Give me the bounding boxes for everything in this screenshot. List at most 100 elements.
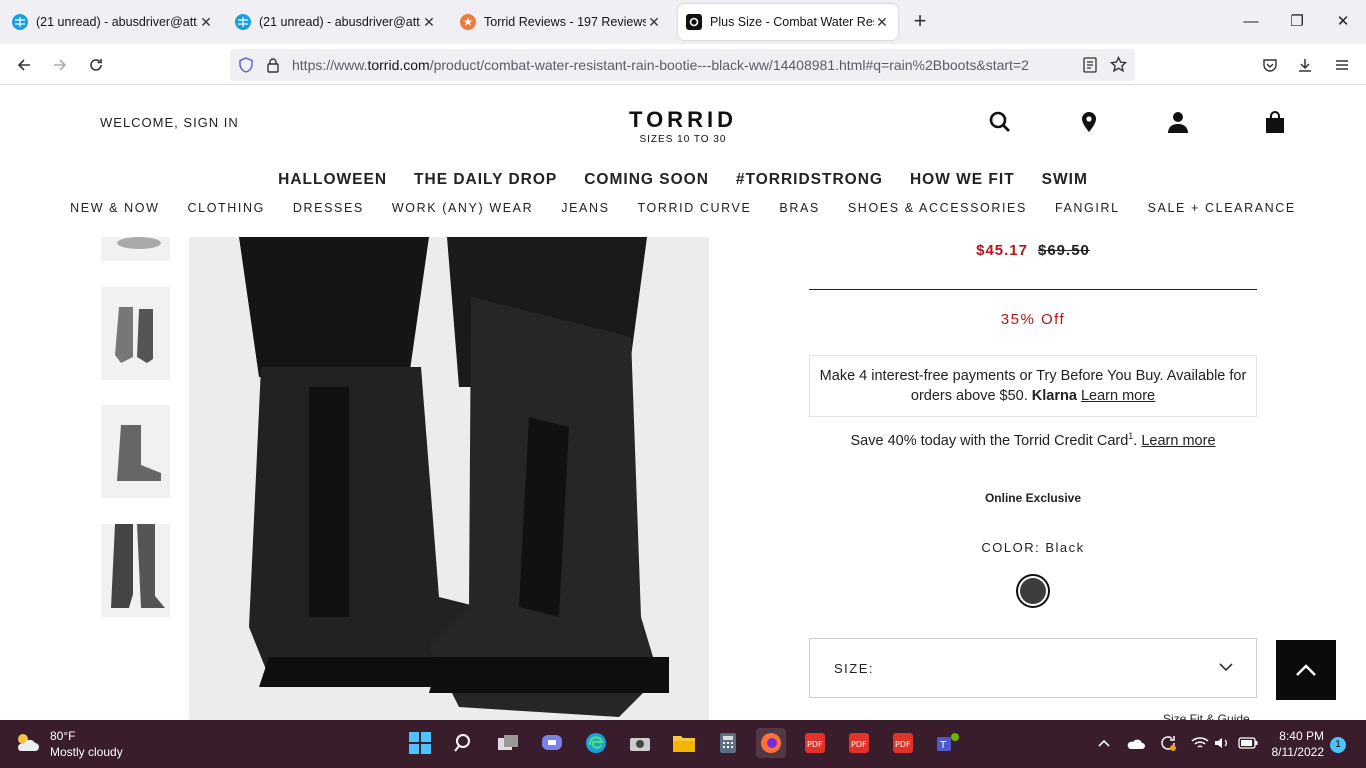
star-badge-icon [460, 14, 476, 30]
system-clock[interactable]: 8:40 PM 8/11/2022 [1262, 728, 1325, 760]
firefox-icon[interactable] [756, 728, 786, 758]
color-label: COLOR: Black [809, 540, 1257, 555]
nav-new-now[interactable]: NEW & NOW [70, 201, 159, 215]
pdf-app-icon[interactable]: PDF [888, 728, 918, 758]
file-explorer-icon[interactable] [669, 728, 699, 758]
close-icon[interactable]: ✕ [874, 14, 890, 31]
pocket-icon[interactable] [1257, 52, 1283, 78]
close-icon[interactable]: ✕ [198, 14, 214, 31]
store-locator-pin-icon[interactable] [1076, 109, 1102, 135]
thumbnail-4[interactable] [101, 524, 170, 617]
nav-work-wear[interactable]: WORK (ANY) WEAR [392, 201, 533, 215]
battery-icon[interactable] [1233, 728, 1263, 758]
arrow-right-icon [54, 59, 67, 71]
pdf-app-icon[interactable]: PDF [844, 728, 874, 758]
lock-icon[interactable] [266, 57, 280, 78]
notification-badge[interactable]: 1 [1330, 737, 1346, 753]
logo-tagline: SIZES 10 TO 30 [639, 134, 727, 145]
thumbnail-2[interactable] [101, 287, 170, 380]
close-icon[interactable]: ✕ [421, 14, 437, 31]
nav-coming-soon[interactable]: COMING SOON [584, 171, 709, 189]
att-globe-icon [12, 14, 28, 30]
address-bar[interactable]: https://www.torrid.com/product/combat-wa… [230, 49, 1135, 81]
download-icon[interactable] [1292, 52, 1318, 78]
weather-widget[interactable]: 80°F Mostly cloudy [14, 728, 123, 760]
nav-bras[interactable]: BRAS [779, 201, 819, 215]
sign-in-link[interactable]: WELCOME, SIGN IN [100, 115, 239, 130]
account-icon[interactable] [1165, 109, 1191, 135]
search-icon[interactable] [449, 728, 479, 758]
discount-label: 35% Off [1000, 311, 1066, 328]
browser-tab-bar: (21 unread) - abusdriver@att.ne ✕ (21 un… [0, 0, 1366, 44]
color-swatch-black[interactable] [1016, 574, 1050, 608]
task-view-icon[interactable] [493, 728, 523, 758]
chat-icon[interactable] [537, 728, 567, 758]
nav-fangirl[interactable]: FANGIRL [1055, 201, 1120, 215]
product-main-image[interactable] [189, 237, 709, 720]
chevron-down-icon [1218, 659, 1234, 680]
search-icon[interactable] [987, 109, 1013, 135]
svg-text:PDF: PDF [807, 740, 823, 749]
pdf-app-icon[interactable]: PDF [800, 728, 830, 758]
nav-shoes-accessories[interactable]: SHOES & ACCESSORIES [848, 201, 1027, 215]
clock-date: 8/11/2022 [1271, 745, 1325, 759]
forward-button[interactable] [47, 52, 73, 78]
nav-jeans[interactable]: JEANS [561, 201, 609, 215]
tab-att-mail-2[interactable]: (21 unread) - abusdriver@att.ne ✕ [227, 4, 445, 40]
klarna-box: Make 4 interest-free payments or Try Bef… [809, 355, 1257, 417]
swatch-fill [1020, 578, 1046, 604]
window-close-button[interactable]: ✕ [1320, 8, 1366, 36]
nav-torrid-curve[interactable]: TORRID CURVE [638, 201, 752, 215]
windows-start-icon[interactable] [405, 728, 435, 758]
back-to-top-button[interactable] [1276, 640, 1336, 700]
online-exclusive-label: Online Exclusive [984, 491, 1082, 505]
nav-halloween[interactable]: HALLOWEEN [278, 171, 387, 189]
close-icon[interactable]: ✕ [646, 14, 662, 31]
nav-dresses[interactable]: DRESSES [293, 201, 364, 215]
calculator-icon[interactable] [713, 728, 743, 758]
sync-icon[interactable] [1153, 728, 1183, 758]
svg-text:T: T [939, 740, 947, 751]
product-section: $45.17 $69.50 35% Off Make 4 interest-fre… [0, 237, 1366, 720]
thumbnail-3[interactable] [101, 405, 170, 498]
klarna-learn-more-link[interactable]: Learn more [1081, 388, 1155, 404]
onedrive-cloud-icon[interactable] [1121, 728, 1151, 758]
camera-app-icon[interactable] [625, 728, 655, 758]
credit-learn-more-link[interactable]: Learn more [1141, 433, 1215, 449]
tab-title: Plus Size - Combat Water Resis [710, 15, 874, 29]
primary-nav: HALLOWEEN THE DAILY DROP COMING SOON #TO… [0, 171, 1366, 189]
nav-clothing[interactable]: CLOTHING [188, 201, 265, 215]
back-button[interactable] [11, 52, 37, 78]
nav-torridstrong[interactable]: #TORRIDSTRONG [736, 171, 883, 189]
teams-icon[interactable]: T [932, 728, 962, 758]
color-label-text: COLOR: [981, 540, 1041, 555]
edge-browser-icon[interactable] [581, 728, 611, 758]
tab-torrid-reviews[interactable]: Torrid Reviews - 197 Reviews of ✕ [452, 4, 670, 40]
reload-button[interactable] [83, 52, 109, 78]
shield-icon[interactable] [238, 57, 254, 78]
nav-daily-drop[interactable]: THE DAILY DROP [414, 171, 557, 189]
new-tab-button[interactable]: + [908, 10, 932, 34]
nav-sale-clearance[interactable]: SALE + CLEARANCE [1148, 201, 1296, 215]
price-block: $45.17 $69.50 [809, 242, 1257, 260]
minimize-button[interactable]: — [1228, 8, 1274, 36]
tab-plus-size-boot[interactable]: Plus Size - Combat Water Resis ✕ [678, 4, 898, 40]
restore-button[interactable]: ❐ [1274, 8, 1320, 36]
url-domain: torrid.com [367, 57, 430, 73]
size-guide-link[interactable]: Size Fit & Guide [1163, 712, 1250, 720]
reader-view-icon[interactable] [1083, 57, 1097, 78]
bookmark-star-icon[interactable] [1109, 55, 1128, 78]
sale-price: $45.17 [976, 242, 1028, 259]
shopping-bag-icon[interactable] [1262, 109, 1288, 135]
size-dropdown[interactable]: SIZE: [809, 638, 1257, 698]
torrid-logo[interactable]: TORRID SIZES 10 TO 30 [583, 107, 783, 145]
thumbnail-1[interactable] [101, 237, 170, 261]
svg-text:PDF: PDF [895, 740, 911, 749]
url-text[interactable]: https://www.torrid.com/product/combat-wa… [292, 57, 1029, 73]
nav-how-we-fit[interactable]: HOW WE FIT [910, 171, 1015, 189]
chevron-up-icon[interactable] [1089, 728, 1119, 758]
tab-att-mail-1[interactable]: (21 unread) - abusdriver@att.ne ✕ [4, 4, 222, 40]
credit-footnote: 1 [1128, 431, 1134, 441]
menu-icon[interactable] [1329, 52, 1355, 78]
nav-swim[interactable]: SWIM [1042, 171, 1088, 189]
